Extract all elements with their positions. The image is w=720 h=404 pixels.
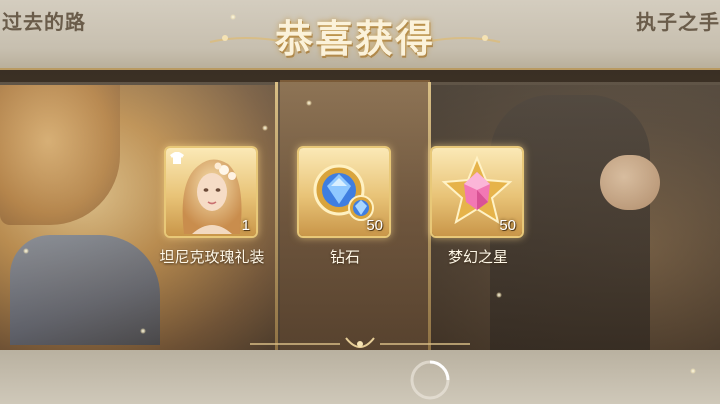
reward-quantity: 50 <box>366 217 383 234</box>
reward-item-costume[interactable]: 1 坦尼克玫瑰礼装 <box>152 146 272 266</box>
frame-divider-left <box>275 82 278 350</box>
loading-spinner-icon <box>410 360 450 400</box>
reward-quantity: 1 <box>241 217 250 234</box>
shirt-icon <box>170 152 184 164</box>
reward-name: 梦幻之星 <box>447 249 508 266</box>
corner-right-text: 执子之手 <box>636 10 720 34</box>
reward-quantity: 50 <box>499 217 516 234</box>
sparkle <box>140 328 146 334</box>
bottom-banner-background <box>0 350 720 404</box>
reward-name: 坦尼克玫瑰礼装 <box>159 249 265 266</box>
reward-item-dream-star[interactable]: 50 梦幻之星 <box>418 146 538 266</box>
corner-left-text: 过去的路 <box>2 10 86 34</box>
sparkle <box>496 292 502 298</box>
reward-card[interactable]: 50 <box>430 146 524 238</box>
sparkle <box>690 368 696 374</box>
reward-title: 恭喜获得 <box>274 16 435 61</box>
sparkle <box>306 100 312 106</box>
sparkle <box>23 248 29 254</box>
sparkle <box>262 125 268 131</box>
costume-portrait-icon <box>182 159 242 234</box>
reward-card[interactable]: 50 <box>297 146 391 238</box>
reward-item-diamond[interactable]: 50 钻石 <box>285 146 405 266</box>
reward-name: 钻石 <box>329 249 360 266</box>
reward-card[interactable]: 1 <box>164 146 258 238</box>
reward-screen[interactable]: 过去的路 执子之手 恭喜获得 1 坦尼克玫瑰礼装 50 钻石 50 梦幻之星 <box>0 0 720 404</box>
